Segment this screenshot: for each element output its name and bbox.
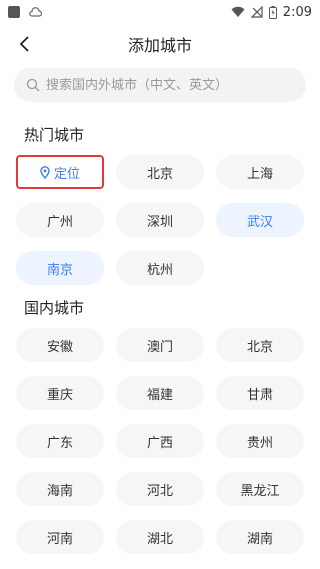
search-input[interactable] xyxy=(46,77,294,93)
hot-cities-grid: 定位 北京 上海 广州 深圳 武汉 南京 杭州 xyxy=(16,155,304,285)
app-notification-icon xyxy=(8,6,20,18)
cloud-icon xyxy=(29,7,42,17)
hot-city-chip[interactable]: 杭州 xyxy=(116,251,204,285)
hot-city-chip[interactable]: 广州 xyxy=(16,203,104,237)
province-chip[interactable]: 安徽 xyxy=(16,328,104,362)
province-chip[interactable]: 广西 xyxy=(116,424,204,458)
hot-city-chip[interactable]: 北京 xyxy=(116,155,204,189)
province-chip[interactable]: 河北 xyxy=(116,472,204,506)
hot-cities-title: 热门城市 xyxy=(24,126,85,144)
hot-city-chip[interactable]: 武汉 xyxy=(216,203,304,237)
domestic-cities-grid: 安徽 澳门 北京 重庆 福建 甘肃 广东 广西 贵州 海南 河北 黑龙江 河南 … xyxy=(16,328,304,554)
hot-city-chip[interactable]: 南京 xyxy=(16,251,104,285)
province-chip[interactable]: 甘肃 xyxy=(216,376,304,410)
province-chip[interactable]: 重庆 xyxy=(16,376,104,410)
locate-button[interactable]: 定位 xyxy=(16,155,104,189)
no-signal-icon xyxy=(250,6,263,18)
locate-label: 定位 xyxy=(53,166,80,182)
hot-city-chip[interactable]: 上海 xyxy=(216,155,304,189)
page-title: 添加城市 xyxy=(127,36,192,55)
province-chip[interactable]: 海南 xyxy=(16,472,104,506)
wifi-icon xyxy=(231,6,245,17)
province-chip[interactable]: 福建 xyxy=(116,376,204,410)
province-chip[interactable]: 贵州 xyxy=(216,424,304,458)
back-arrow-icon xyxy=(19,36,29,52)
status-time: 2:09 xyxy=(282,4,312,20)
status-bar: 2:09 xyxy=(0,0,320,24)
province-chip[interactable]: 澳门 xyxy=(116,328,204,362)
hot-city-chip[interactable]: 深圳 xyxy=(116,203,204,237)
province-chip[interactable]: 河南 xyxy=(16,520,104,554)
battery-icon xyxy=(268,5,277,19)
header: 添加城市 xyxy=(0,24,320,64)
domestic-cities-title: 国内城市 xyxy=(24,299,85,317)
search-icon xyxy=(26,78,40,92)
province-chip[interactable]: 黑龙江 xyxy=(216,472,304,506)
province-chip[interactable]: 广东 xyxy=(16,424,104,458)
province-chip[interactable]: 湖南 xyxy=(216,520,304,554)
location-pin-icon xyxy=(40,165,50,179)
back-button[interactable] xyxy=(10,30,38,58)
province-chip[interactable]: 湖北 xyxy=(116,520,204,554)
search-bar[interactable] xyxy=(14,68,306,102)
province-chip[interactable]: 北京 xyxy=(216,328,304,362)
